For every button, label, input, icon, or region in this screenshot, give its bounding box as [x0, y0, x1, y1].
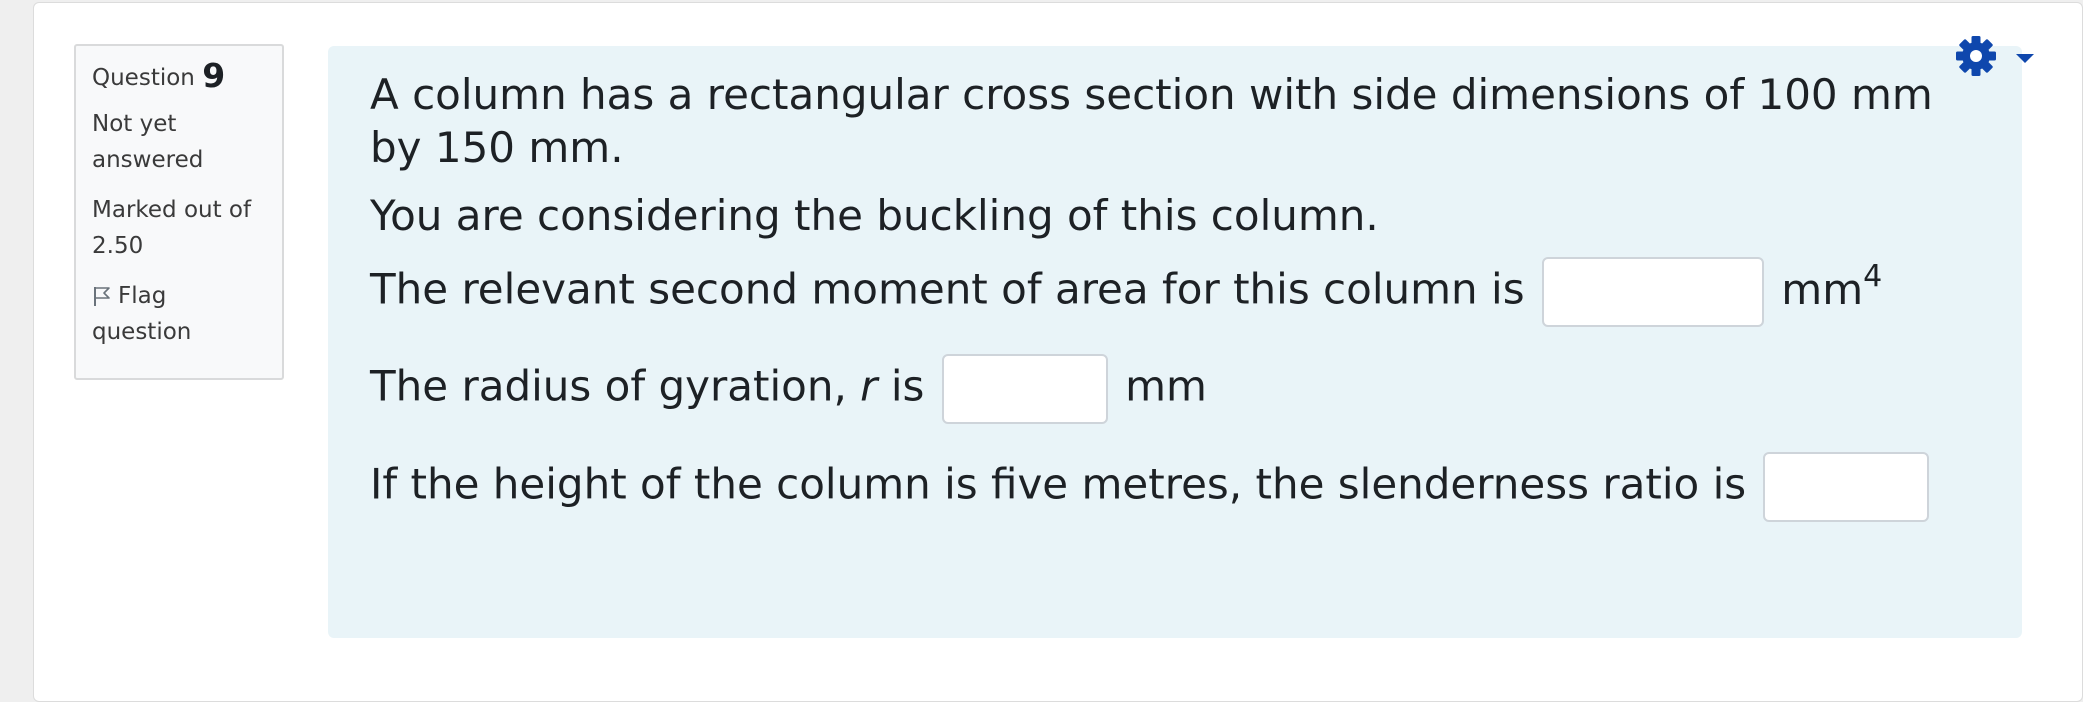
radius-symbol: r	[860, 361, 878, 411]
question-mark: Marked out of 2.50	[92, 197, 252, 259]
radius-prompt: The radius of gyration,	[370, 361, 847, 411]
question-info-panel: Question 9 Not yet answered Marked out o…	[74, 44, 284, 380]
slenderness-line: If the height of the column is five metr…	[370, 452, 1982, 528]
second-moment-unit-base: mm	[1781, 264, 1864, 314]
question-status: Not yet answered	[92, 111, 204, 173]
second-moment-unit-exponent: 4	[1863, 258, 1883, 294]
radius-verb: is	[890, 361, 925, 411]
question-label: Question	[92, 65, 195, 91]
flag-outline-icon	[94, 287, 110, 306]
slenderness-prompt: If the height of the column is five metr…	[370, 459, 1747, 509]
question-text-dimensions: A column has a rectangular cross section…	[370, 70, 1933, 172]
question-number-row: Question 9	[92, 58, 266, 96]
radius-unit: mm	[1125, 361, 1207, 411]
flag-question-link[interactable]: Flag question	[92, 278, 266, 350]
question-text-buckling: You are considering the buckling of this…	[370, 191, 1379, 240]
question-number: 9	[202, 56, 226, 95]
question-content: A column has a rectangular cross section…	[328, 46, 2022, 638]
second-moment-line: The relevant second moment of area for t…	[370, 257, 1982, 333]
caret-down-icon	[2016, 54, 2034, 63]
second-moment-unit: mm4	[1781, 261, 1882, 314]
gear-icon	[1956, 36, 2034, 76]
question-actions-menu[interactable]	[1952, 34, 2038, 84]
radius-of-gyration-line: The radius of gyration, r is mm	[370, 354, 1982, 430]
slenderness-ratio-input[interactable]	[1763, 452, 1930, 522]
second-moment-prompt: The relevant second moment of area for t…	[370, 264, 1525, 314]
radius-of-gyration-input[interactable]	[941, 354, 1108, 424]
second-moment-input[interactable]	[1541, 257, 1764, 327]
